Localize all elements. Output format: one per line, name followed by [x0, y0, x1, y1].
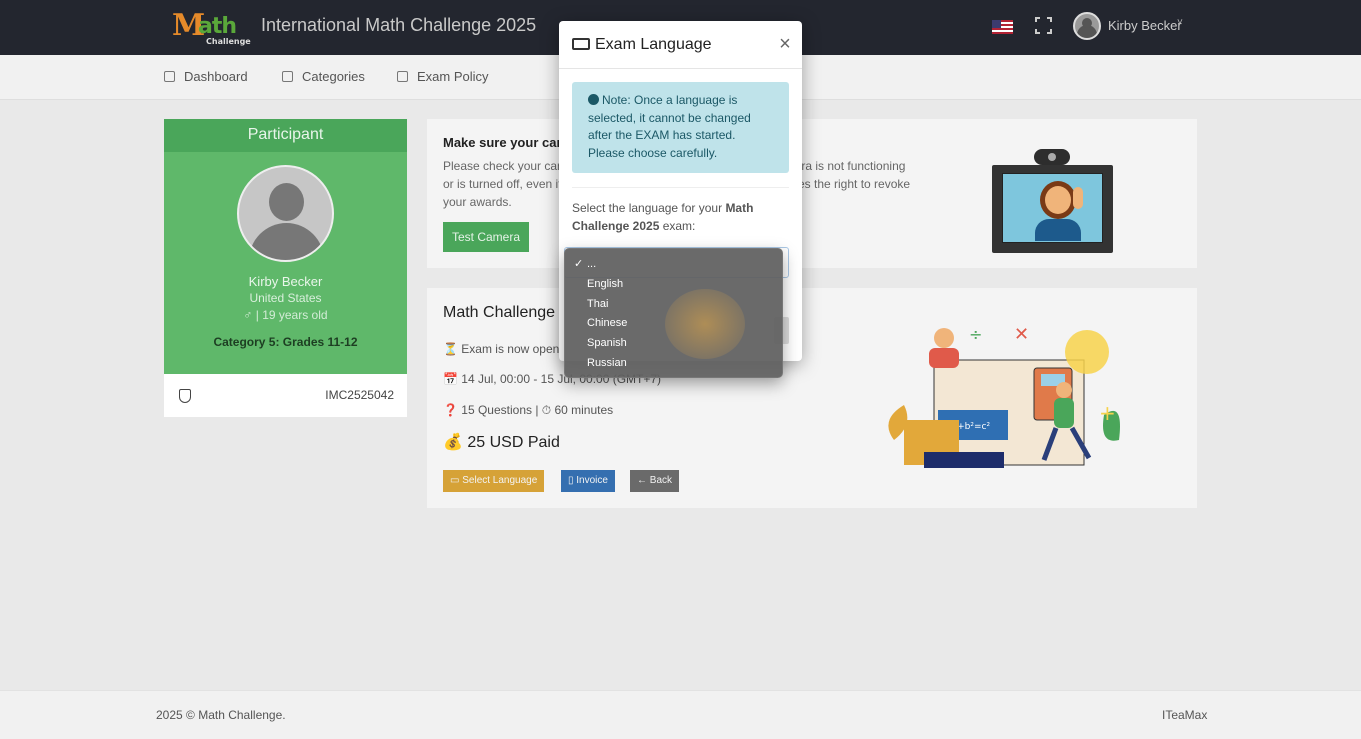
- nav-item-exam-policy[interactable]: Exam Policy: [397, 69, 489, 84]
- fullscreen-icon[interactable]: [1035, 17, 1052, 34]
- select-label-prefix: Select the language for your: [572, 201, 726, 215]
- language-icon: [572, 38, 590, 50]
- nav-item-dashboard[interactable]: Dashboard: [164, 69, 248, 84]
- credit-link[interactable]: ITeaMax: [1162, 708, 1207, 722]
- participant-footer: IMC2525042: [164, 374, 407, 417]
- language-option-english[interactable]: English: [565, 275, 782, 295]
- camera-check-card: Make sure your cam Please check your cam…: [427, 119, 1197, 268]
- svg-text:✕: ✕: [1014, 324, 1029, 345]
- woman-illustration-hand: [1073, 187, 1083, 209]
- exam-title: Math Challenge 2: [443, 304, 569, 321]
- logo-ath: ath: [198, 14, 237, 39]
- language-option-russian[interactable]: Russian: [565, 354, 782, 374]
- nav-label: Dashboard: [184, 69, 248, 84]
- exam-status: ⏳ Exam is now open: [443, 342, 560, 356]
- option-label: Russian: [587, 356, 627, 369]
- camera-text-line2-start: or is turned off, even if: [443, 177, 562, 191]
- camera-text-line2-end: ves the right to revoke: [792, 177, 911, 191]
- participant-name: Kirby Becker: [248, 274, 323, 289]
- exam-card: Math Challenge 2 ⏳ Exam is now open 📅 14…: [427, 288, 1197, 508]
- language-option-placeholder[interactable]: ✓...: [565, 255, 782, 275]
- categories-icon: [282, 71, 293, 82]
- note-text: Note: Once a language is selected, it ca…: [588, 93, 751, 160]
- back-button[interactable]: ← Back: [630, 470, 680, 492]
- nav-label: Categories: [302, 69, 365, 84]
- test-camera-button[interactable]: Test Camera: [443, 222, 529, 252]
- option-label: English: [587, 277, 624, 290]
- woman-illustration-body: [1035, 219, 1081, 241]
- document-icon: [397, 71, 408, 82]
- camera-card-title: Make sure your cam: [443, 135, 569, 150]
- select-language-button[interactable]: ▭ Select Language: [443, 470, 545, 492]
- check-icon: ✓: [574, 258, 584, 270]
- language-option-thai[interactable]: Thai: [565, 295, 782, 315]
- logo-challenge: Challenge: [206, 37, 251, 46]
- us-flag-icon[interactable]: [992, 20, 1013, 34]
- option-label: Chinese: [587, 317, 628, 330]
- svg-text:+: +: [1099, 401, 1116, 425]
- option-label: Spanish: [587, 337, 627, 350]
- webcam-icon: [1034, 149, 1070, 165]
- participant-card: Participant Kirby Becker United States ♂…: [164, 119, 407, 417]
- camera-text-line1-end: nera is not functioning: [788, 159, 906, 173]
- camera-text-line1-start: Please check your cam: [443, 159, 568, 173]
- divider: [572, 187, 789, 188]
- nav-label: Exam Policy: [417, 69, 489, 84]
- math-study-illustration: a²+b²=c² ÷ ✕ +: [888, 324, 1120, 468]
- chevron-down-icon[interactable]: ˅: [1177, 17, 1183, 28]
- select-language-label: Select Language: [462, 475, 538, 486]
- user-avatar[interactable]: [1073, 12, 1101, 40]
- shield-icon: [179, 389, 191, 403]
- select-label-suffix: exam:: [659, 219, 696, 233]
- dashboard-icon: [164, 71, 175, 82]
- math-challenge-logo[interactable]: M ath Challenge: [172, 8, 251, 48]
- modal-title-text: Exam Language: [595, 36, 712, 53]
- participant-age: ♂ | 19 years old: [243, 308, 328, 322]
- divider: [559, 68, 802, 69]
- woman-illustration-head: [1040, 181, 1076, 219]
- participant-body: Kirby Becker United States ♂ | 19 years …: [164, 152, 407, 374]
- participant-avatar: [237, 165, 334, 262]
- close-icon[interactable]: ×: [775, 34, 795, 54]
- participant-category: Category 5: Grades 11-12: [213, 335, 358, 349]
- nav-item-categories[interactable]: Categories: [282, 69, 365, 84]
- info-icon: [588, 94, 599, 105]
- exam-questions: ❓ 15 Questions | ⏱ 60 minutes: [443, 403, 614, 417]
- option-label: ...: [587, 258, 597, 270]
- language-icon: ▭: [450, 475, 463, 486]
- exam-paid: 💰 25 USD Paid: [443, 434, 560, 451]
- user-menu-name[interactable]: Kirby Becker: [1108, 18, 1182, 33]
- select-language-label: Select the language for your Math Challe…: [572, 199, 789, 235]
- copyright-text: 2025 © Math Challenge.: [156, 708, 286, 722]
- invoice-label: Invoice: [576, 475, 608, 486]
- invoice-button[interactable]: ▯ Invoice: [561, 470, 615, 492]
- option-label: Thai: [587, 297, 609, 310]
- language-option-spanish[interactable]: Spanish: [565, 334, 782, 354]
- app-title: International Math Challenge 2025: [261, 15, 537, 35]
- participant-country: United States: [249, 291, 322, 305]
- svg-text:÷: ÷: [969, 325, 982, 344]
- participant-id: IMC2525042: [325, 388, 394, 402]
- note-alert: Note: Once a language is selected, it ca…: [572, 82, 789, 173]
- participant-header: Participant: [164, 119, 407, 152]
- modal-title: Exam Language: [572, 36, 712, 54]
- page-footer: 2025 © Math Challenge. ITeaMax: [0, 690, 1361, 739]
- language-dropdown-list: ✓... English Thai Chinese Spanish Russia…: [564, 248, 783, 378]
- language-option-chinese[interactable]: Chinese: [565, 314, 782, 334]
